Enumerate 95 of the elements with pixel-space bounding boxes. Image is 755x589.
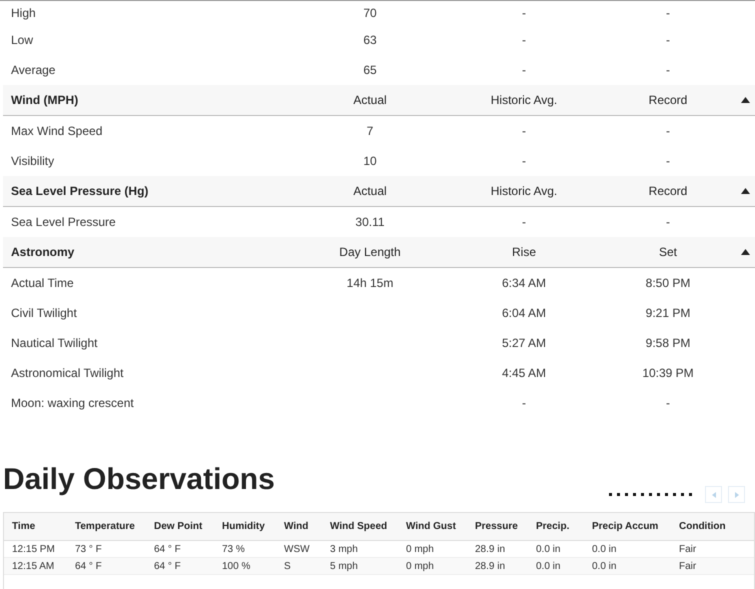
column-header: Actual — [353, 92, 387, 109]
table-cell: 100 % — [222, 560, 250, 572]
table-cell-text: 9:58 PM — [646, 335, 690, 352]
row-label: Civil Twilight — [11, 306, 77, 320]
column-header: Time — [12, 521, 36, 532]
column-header: Wind — [284, 521, 308, 532]
row-label: Average — [11, 63, 56, 77]
table-cell: 0 mph — [406, 560, 434, 572]
column-header: Precip Accum — [592, 521, 658, 532]
column-header: Record — [648, 92, 688, 109]
section-title: Wind (MPH) — [10, 92, 80, 109]
caret-up-icon[interactable] — [740, 97, 750, 103]
table-cell-text: - — [666, 62, 670, 79]
table-cell-text: 14h 15m — [346, 275, 394, 292]
column-header: Temperature — [75, 521, 135, 532]
column-header: Rise — [512, 244, 536, 261]
section-header[interactable]: Astronomy Day Length Rise Set — [3, 237, 755, 268]
table-cell-text: - — [522, 5, 526, 22]
table-cell-text: 6:34 AM — [502, 275, 546, 292]
table-cell-text: 8:50 PM — [646, 275, 690, 292]
section-header[interactable]: Wind (MPH) Actual Historic Avg. Record — [3, 85, 755, 116]
table-cell: 0 mph — [406, 544, 434, 554]
table-cell-text: 10:39 PM — [642, 365, 694, 382]
row-label: Low — [11, 33, 34, 47]
table-cell-text: - — [666, 214, 670, 231]
table-cell: Fair — [679, 560, 696, 572]
chevron-right-icon — [734, 492, 738, 498]
table-cell: Fair — [679, 544, 696, 554]
loading-dots-icon — [609, 492, 695, 496]
table-cell-text: 63 — [363, 32, 377, 49]
table-cell-text: - — [666, 32, 670, 49]
chevron-left-icon — [712, 492, 716, 498]
column-header: Humidity — [222, 521, 265, 532]
table-cell: 73 % — [222, 544, 245, 554]
row-label: Astronomical Twilight — [11, 366, 124, 380]
table-cell-text: 65 — [363, 62, 377, 79]
table-cell-text: - — [522, 32, 526, 49]
table-cell-text: 30.11 — [355, 214, 385, 231]
table-cell: 73 ° F — [75, 544, 102, 554]
row-label: Max Wind Speed — [11, 124, 102, 138]
table-cell: 64 ° F — [154, 544, 181, 554]
section-heading: Daily Observations — [3, 465, 275, 495]
table-cell: WSW — [284, 544, 310, 554]
column-header: Historic Avg. — [490, 92, 558, 109]
column-header: Wind Speed — [330, 521, 388, 532]
column-header: Set — [658, 244, 677, 261]
table-cell-text: - — [522, 395, 526, 412]
table-cell: 3 mph — [330, 544, 358, 554]
table-cell: 64 ° F — [75, 560, 102, 572]
table-cell-text: - — [522, 123, 526, 140]
table-cell-text: 10 — [363, 153, 377, 170]
table-cell-text: 4:45 AM — [502, 365, 546, 382]
section-title: Sea Level Pressure (Hg) — [10, 183, 150, 200]
column-header: Actual — [353, 183, 387, 200]
table-cell: 5 mph — [330, 560, 358, 572]
row-label: Sea Level Pressure — [11, 215, 116, 229]
table-cell-text: 9:21 PM — [646, 305, 690, 322]
table-cell: S — [284, 560, 291, 572]
column-header: Dew Point — [154, 521, 202, 532]
column-header: Historic Avg. — [490, 183, 558, 200]
table-cell: 0.0 in — [592, 544, 616, 554]
table-cell: 64 ° F — [154, 560, 181, 572]
row-label: Visibility — [11, 154, 54, 168]
row-label: Moon: waxing crescent — [11, 396, 134, 410]
column-header: Wind Gust — [406, 521, 456, 532]
row-label: Actual Time — [11, 276, 74, 290]
table-cell-text: 70 — [363, 5, 377, 22]
column-header: Precip. — [536, 521, 570, 532]
table-cell-text: - — [666, 395, 670, 412]
table-cell: 12:15 AM — [12, 560, 54, 572]
column-header: Condition — [679, 521, 726, 532]
table-cell: 28.9 in — [475, 560, 506, 572]
table-cell: 0.0 in — [592, 560, 616, 572]
section-title: Astronomy — [10, 244, 76, 261]
table-cell-text: - — [522, 62, 526, 79]
row-label: High — [11, 6, 36, 20]
section-header[interactable]: Sea Level Pressure (Hg) Actual Historic Avg. Record — [3, 176, 755, 207]
column-header: Record — [648, 183, 688, 200]
column-header: Day Length — [339, 244, 401, 261]
caret-up-icon[interactable] — [740, 249, 750, 255]
table-cell-text: - — [666, 123, 670, 140]
table-cell-text: 6:04 AM — [502, 305, 546, 322]
table-cell: 0.0 in — [536, 560, 560, 572]
table-cell: 28.9 in — [475, 544, 506, 554]
column-header: Pressure — [475, 521, 518, 532]
table-cell: 12:15 PM — [12, 544, 55, 554]
table-cell-text: - — [522, 214, 526, 231]
table-cell-text: - — [522, 153, 526, 170]
table-cell-text: - — [666, 153, 670, 170]
table-cell-text: 7 — [366, 123, 374, 140]
row-label: Nautical Twilight — [11, 336, 98, 350]
table-cell: 0.0 in — [536, 544, 560, 554]
caret-up-icon[interactable] — [740, 188, 750, 194]
table-cell-text: - — [666, 5, 670, 22]
table-cell-text: 5:27 AM — [502, 335, 546, 352]
